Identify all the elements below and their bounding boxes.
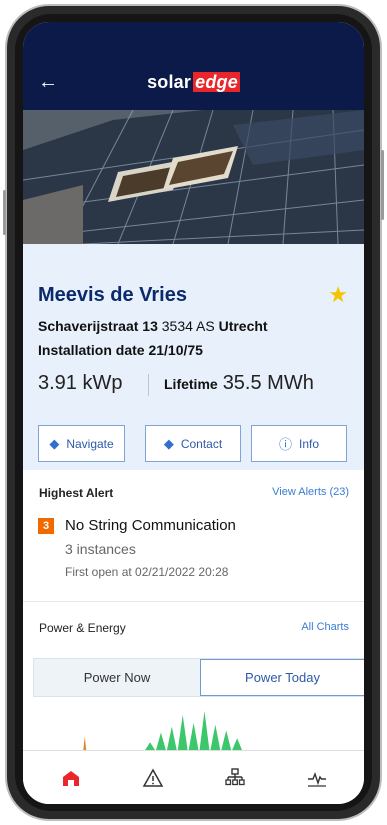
highest-alert-title: Highest Alert (39, 486, 114, 500)
lifetime-energy: Lifetime 35.5 MWh (164, 372, 314, 395)
home-icon[interactable] (59, 766, 83, 790)
alert-instances: 3 instances (65, 541, 136, 557)
power-tab-switch: Power Now Power Today (33, 658, 364, 697)
view-alerts-link[interactable]: View Alerts (23) (272, 486, 349, 498)
site-address: Schaverijstraat 13 3534 AS Utrecht (38, 318, 268, 334)
lifetime-value: 35.5 MWh (222, 372, 314, 394)
lifetime-label: Lifetime (164, 376, 218, 392)
power-chart-svg (83, 711, 243, 750)
alert-icon[interactable] (141, 766, 165, 790)
site-name: Meevis de Vries (38, 284, 187, 306)
star-icon[interactable]: ★ (328, 284, 348, 306)
contact-icon: ◆ (163, 435, 174, 451)
navigate-icon: ◆ (49, 435, 60, 451)
all-charts-link[interactable]: All Charts (301, 621, 349, 633)
solaredge-logo: solar edge (147, 72, 240, 92)
info-icon: ⓘ (278, 437, 292, 452)
stat-divider (148, 374, 149, 396)
site-photo (23, 110, 364, 244)
alert-severity-badge: 3 (38, 518, 54, 534)
address-postal: 3534 AS (161, 318, 215, 334)
section-divider (23, 601, 364, 602)
alert-first-open: First open at 02/21/2022 20:28 (65, 565, 229, 579)
chart-spike (145, 742, 155, 750)
contact-label: Contact (180, 436, 223, 451)
address-street: Schaverijstraat 13 (38, 318, 158, 334)
chart-spike (166, 726, 177, 750)
highest-alert-section: Highest Alert View Alerts (23) 3 No Stri… (23, 470, 364, 602)
power-button (381, 150, 384, 220)
power-chart (33, 697, 364, 750)
site-info-panel: Meevis de Vries ★ Schaverijstraat 13 353… (23, 244, 364, 470)
chart-spike (177, 714, 188, 750)
chart-spike (199, 711, 210, 750)
top-bar: ← solar edge (23, 22, 364, 110)
app-screen: ← solar edge Meevis de Vries ★ Schaverij… (23, 22, 364, 804)
peak-power: 3.91 kWp (38, 372, 123, 394)
bottom-nav (23, 750, 364, 804)
navigate-label: Navigate (66, 436, 114, 451)
tab-power-now[interactable]: Power Now (34, 659, 200, 696)
chart-spike (221, 730, 232, 750)
power-energy-section: Power & Energy All Charts Power Now Powe… (23, 604, 364, 750)
contact-button[interactable]: ◆ Contact (145, 425, 241, 462)
power-energy-title: Power & Energy (39, 621, 126, 635)
chart-spike (83, 736, 87, 750)
tab-power-today[interactable]: Power Today (200, 659, 364, 696)
installation-date: Installation date 21/10/75 (38, 342, 203, 358)
chart-spike (210, 724, 221, 750)
chart-spike (156, 732, 166, 750)
chart-spike (232, 738, 243, 750)
activity-icon[interactable] (305, 766, 329, 790)
layout-icon[interactable] (223, 766, 247, 790)
address-city: Utrecht (218, 318, 268, 334)
info-label: Info (299, 436, 320, 451)
navigate-button[interactable]: ◆ Navigate (38, 425, 125, 462)
chart-spike (188, 722, 199, 750)
volume-button (3, 190, 6, 235)
alert-title[interactable]: No String Communication (65, 517, 236, 534)
info-button[interactable]: ⓘ Info (251, 425, 347, 462)
